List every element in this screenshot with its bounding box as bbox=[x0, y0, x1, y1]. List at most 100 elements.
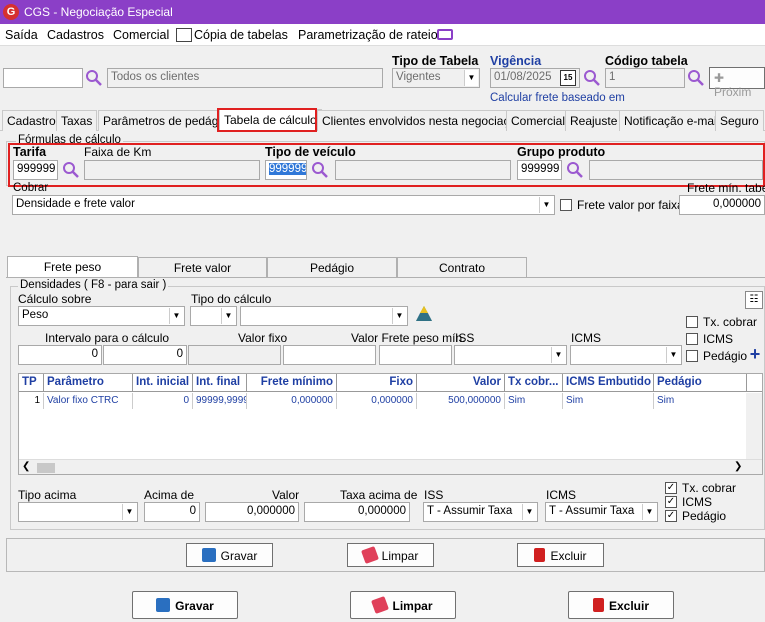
calendar-icon[interactable]: 15 bbox=[560, 70, 576, 86]
tipo-calculo-desc-select[interactable]: ▼ bbox=[240, 306, 408, 326]
tx-cobrar-acima-checkbox[interactable]: ✓ bbox=[665, 482, 677, 494]
column-header[interactable]: TP bbox=[19, 374, 44, 392]
tarifa-input[interactable]: 999999 bbox=[13, 160, 58, 180]
codigo-tabela-label: Código tabela bbox=[605, 54, 688, 68]
grid-settings-icon[interactable]: ☷ bbox=[745, 291, 763, 309]
search-icon[interactable] bbox=[62, 161, 80, 179]
table-cell[interactable]: Sim bbox=[654, 393, 747, 409]
inner-delete-button[interactable]: Excluir bbox=[517, 543, 604, 567]
column-header[interactable]: Int. inicial bbox=[133, 374, 193, 392]
search-icon[interactable] bbox=[687, 69, 705, 87]
codigo-tabela-input[interactable]: 1 bbox=[605, 68, 685, 88]
menu-cadastros[interactable]: Cadastros bbox=[47, 28, 104, 42]
taxa-acima-label: Taxa acima de bbox=[340, 488, 418, 502]
subtab-pedagio[interactable]: Pedágio bbox=[267, 257, 397, 277]
tab-notificacao-email[interactable]: Notificação e-mail bbox=[619, 110, 725, 131]
table-cell[interactable]: 0 bbox=[133, 393, 193, 409]
scrollbar-thumb[interactable] bbox=[37, 463, 55, 473]
tipo-veiculo-input[interactable]: 999999 bbox=[265, 160, 307, 180]
menu-parametrizacao-rateio[interactable]: Parametrização de rateio bbox=[298, 28, 438, 42]
densidades-table[interactable]: TP Parâmetro Int. inicial Int. final Fre… bbox=[18, 373, 763, 475]
chevron-right-icon[interactable]: ❯ bbox=[734, 461, 742, 472]
iss-acima-select[interactable]: T - Assumir Taxa ▼ bbox=[423, 502, 538, 522]
subtab-frete-valor[interactable]: Frete valor bbox=[138, 257, 267, 277]
table-cell[interactable]: 0,000000 bbox=[247, 393, 337, 409]
column-header[interactable]: Frete mínimo bbox=[247, 374, 337, 392]
table-cell[interactable]: 500,000000 bbox=[417, 393, 505, 409]
faixa-km-field bbox=[84, 160, 260, 180]
table-cell[interactable]: 1 bbox=[19, 393, 44, 409]
proximo-button[interactable]: ✚ Próxim bbox=[709, 67, 765, 99]
frete-min-tabela-input[interactable]: 0,000000 bbox=[679, 195, 765, 215]
search-icon[interactable] bbox=[85, 69, 103, 87]
tipo-tabela-select[interactable]: Vigentes ▼ bbox=[392, 68, 480, 88]
column-header[interactable]: ICMS Embutido bbox=[563, 374, 654, 392]
calculo-sobre-select[interactable]: Peso ▼ bbox=[18, 306, 185, 326]
tab-seguro[interactable]: Seguro bbox=[715, 110, 764, 131]
tab-comercial[interactable]: Comercial bbox=[506, 110, 571, 131]
tab-parametros-pedagio[interactable]: Parâmetros de pedágio bbox=[98, 110, 233, 131]
intervalo-de-input[interactable]: 0 bbox=[18, 345, 102, 365]
search-icon[interactable] bbox=[566, 161, 584, 179]
tab-reajuste[interactable]: Reajuste bbox=[565, 110, 623, 131]
tab-cadastro[interactable]: Cadastro bbox=[2, 110, 61, 131]
search-icon[interactable] bbox=[311, 161, 329, 179]
search-icon[interactable] bbox=[583, 69, 601, 87]
vertical-scrollbar[interactable] bbox=[746, 393, 762, 459]
table-cell[interactable]: Sim bbox=[563, 393, 654, 409]
subtab-frete-peso[interactable]: Frete peso bbox=[7, 256, 138, 277]
delete-button[interactable]: Excluir bbox=[568, 591, 674, 619]
clear-button[interactable]: Limpar bbox=[350, 591, 456, 619]
tx-cobrar-checkbox[interactable] bbox=[686, 316, 698, 328]
column-header[interactable]: Parâmetro bbox=[44, 374, 133, 392]
acima-de-label: Acima de bbox=[144, 488, 195, 502]
save-button[interactable]: Gravar bbox=[132, 591, 238, 619]
acima-de-input[interactable]: 0 bbox=[144, 502, 200, 522]
icms-acima-select[interactable]: T - Assumir Taxa ▼ bbox=[545, 502, 658, 522]
cobrar-select[interactable]: Densidade e frete valor ▼ bbox=[12, 195, 555, 215]
column-header[interactable]: Tx cobr... bbox=[505, 374, 563, 392]
valor-frete-peso-min-input[interactable] bbox=[379, 345, 452, 365]
table-cell[interactable]: Sim bbox=[505, 393, 563, 409]
icms-select[interactable]: ▼ bbox=[570, 345, 682, 365]
intervalo-ate-input[interactable]: 0 bbox=[103, 345, 187, 365]
menu-comercial[interactable]: Comercial bbox=[113, 28, 169, 42]
tipo-calculo-label: Tipo do cálculo bbox=[191, 292, 272, 306]
menu-saida[interactable]: Saída bbox=[5, 28, 38, 42]
grupo-produto-input[interactable]: 999999 bbox=[517, 160, 562, 180]
frete-valor-faixas-checkbox[interactable] bbox=[560, 199, 572, 211]
monitor-icon[interactable] bbox=[437, 29, 453, 40]
inner-save-button[interactable]: Gravar bbox=[186, 543, 273, 567]
table-cell[interactable]: 99999,9999 bbox=[193, 393, 247, 409]
pyramid-icon[interactable] bbox=[415, 305, 433, 322]
tipo-calculo-select[interactable]: ▼ bbox=[190, 306, 237, 326]
taxa-acima-input[interactable]: 0,000000 bbox=[304, 502, 410, 522]
tipo-acima-select[interactable]: ▼ bbox=[18, 502, 138, 522]
column-header[interactable]: Fixo bbox=[337, 374, 417, 392]
column-header[interactable]: Pedágio bbox=[654, 374, 747, 392]
add-icon[interactable]: + bbox=[747, 345, 763, 363]
valor-acima-input[interactable]: 0,000000 bbox=[205, 502, 299, 522]
iss-select[interactable]: ▼ bbox=[454, 345, 567, 365]
column-header[interactable]: Int. final bbox=[193, 374, 247, 392]
tab-taxas[interactable]: Taxas bbox=[56, 110, 98, 131]
client-code-input[interactable] bbox=[3, 68, 83, 88]
table-cell[interactable]: 0,000000 bbox=[337, 393, 417, 409]
icms-acima-checkbox[interactable]: ✓ bbox=[665, 496, 677, 508]
horizontal-scrollbar[interactable]: ❮ ❯ bbox=[19, 459, 762, 474]
inner-clear-button[interactable]: Limpar bbox=[347, 543, 434, 567]
tab-clientes-envolvidos[interactable]: Clientes envolvidos nesta negociação bbox=[317, 110, 528, 131]
iss-acima-label: ISS bbox=[424, 488, 444, 502]
pedagio-acima-checkbox[interactable]: ✓ bbox=[665, 510, 677, 522]
chevron-down-icon: ▼ bbox=[666, 347, 680, 363]
chevron-left-icon[interactable]: ❮ bbox=[22, 461, 30, 472]
column-header[interactable]: Valor bbox=[417, 374, 505, 392]
menu-copia-tabelas[interactable]: Cópia de tabelas bbox=[194, 28, 288, 42]
calcular-frete-link[interactable]: Calcular frete baseado em bbox=[490, 92, 625, 104]
valor-fixo-label: Valor fixo bbox=[238, 331, 288, 345]
valor-fixo-input[interactable] bbox=[283, 345, 376, 365]
subtab-contrato[interactable]: Contrato bbox=[397, 257, 527, 277]
pedagio-checkbox[interactable] bbox=[686, 350, 698, 362]
icms-checkbox[interactable] bbox=[686, 333, 698, 345]
table-cell[interactable]: Valor fixo CTRC bbox=[44, 393, 133, 409]
